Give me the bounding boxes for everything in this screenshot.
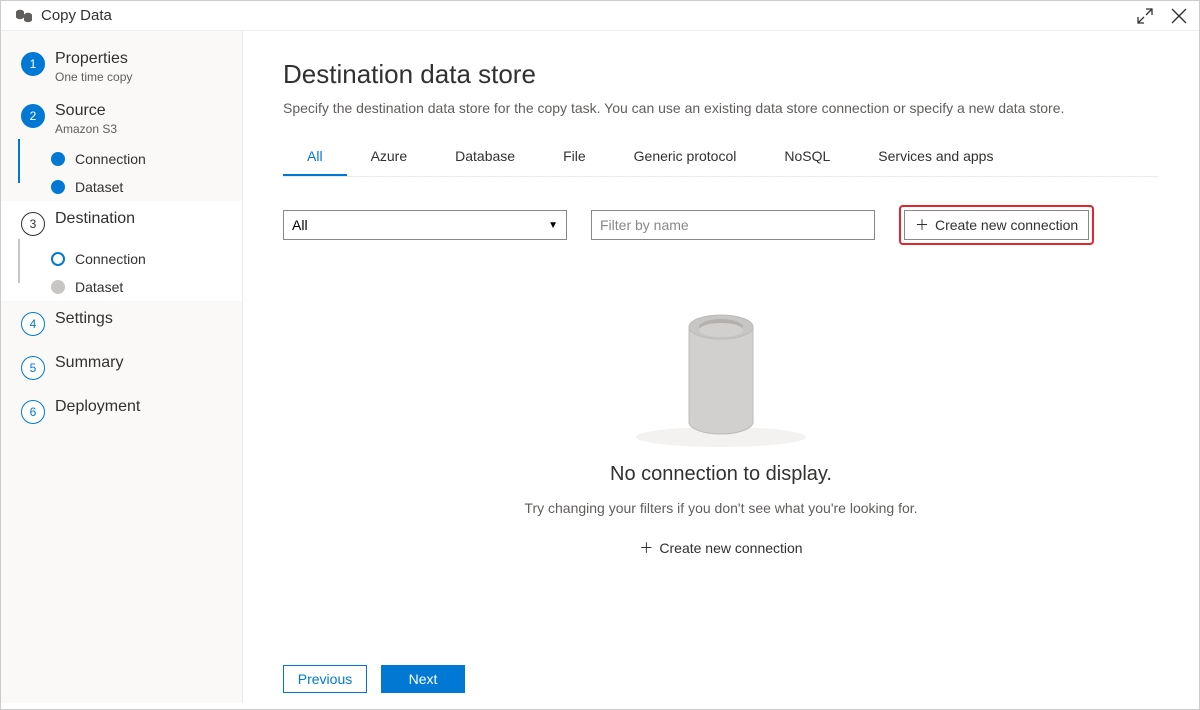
page-description: Specify the destination data store for t… — [283, 100, 1159, 116]
substep-dot-icon — [51, 252, 65, 266]
expand-icon[interactable] — [1137, 8, 1153, 24]
step-subtitle: Amazon S3 — [55, 122, 117, 136]
tab-generic-protocol[interactable]: Generic protocol — [610, 140, 761, 176]
substep-label: Dataset — [75, 279, 123, 295]
substep-dot-icon — [51, 180, 65, 194]
step-number: 1 — [21, 52, 45, 76]
plus-icon: ＋ — [639, 538, 653, 558]
step-title: Deployment — [55, 398, 140, 416]
tab-database[interactable]: Database — [431, 140, 539, 176]
substep-label: Connection — [75, 251, 146, 267]
sidebar-step-properties[interactable]: 1 Properties One time copy — [1, 41, 242, 93]
step-number: 3 — [21, 212, 45, 236]
tab-services-apps[interactable]: Services and apps — [854, 140, 1017, 176]
sidebar-substep-source-connection[interactable]: Connection — [51, 145, 242, 173]
tab-nosql[interactable]: NoSQL — [760, 140, 854, 176]
filter-row: All ▼ ＋ Create new connection — [283, 205, 1159, 245]
empty-state-subtitle: Try changing your filters if you don't s… — [524, 500, 917, 516]
sidebar-step-deployment[interactable]: 6 Deployment — [1, 389, 242, 433]
plus-icon: ＋ — [915, 215, 929, 235]
filter-select-value: All — [292, 217, 308, 233]
tab-file[interactable]: File — [539, 140, 610, 176]
sidebar-step-source[interactable]: 2 Source Amazon S3 — [1, 93, 242, 145]
database-empty-icon — [621, 287, 821, 457]
copy-data-icon — [15, 9, 33, 23]
step-title: Properties — [55, 50, 132, 68]
sidebar-substep-destination-dataset[interactable]: Dataset — [51, 273, 242, 301]
titlebar-left: Copy Data — [15, 7, 112, 24]
titlebar-title: Copy Data — [41, 7, 112, 24]
step-title: Settings — [55, 310, 113, 328]
step-title: Source — [55, 102, 117, 120]
titlebar-right — [1137, 8, 1187, 24]
step-title: Summary — [55, 354, 123, 372]
empty-state: No connection to display. Try changing y… — [283, 287, 1159, 558]
step-subtitle: One time copy — [55, 70, 132, 84]
step-number: 5 — [21, 356, 45, 380]
substep-label: Dataset — [75, 179, 123, 195]
step-number: 6 — [21, 400, 45, 424]
next-button[interactable]: Next — [381, 665, 465, 693]
sidebar-step-destination[interactable]: 3 Destination — [1, 201, 242, 245]
tab-azure[interactable]: Azure — [347, 140, 432, 176]
empty-state-title: No connection to display. — [610, 463, 832, 486]
sidebar-step-settings[interactable]: 4 Settings — [1, 301, 242, 345]
previous-button[interactable]: Previous — [283, 665, 367, 693]
substep-label: Connection — [75, 151, 146, 167]
create-connection-label: Create new connection — [935, 217, 1078, 233]
sidebar-step-summary[interactable]: 5 Summary — [1, 345, 242, 389]
substep-dot-icon — [51, 152, 65, 166]
chevron-down-icon: ▼ — [548, 220, 558, 231]
main-content: Destination data store Specify the desti… — [243, 31, 1199, 703]
create-new-connection-button[interactable]: ＋ Create new connection — [904, 210, 1089, 240]
step-number: 2 — [21, 104, 45, 128]
step-number: 4 — [21, 312, 45, 336]
close-icon[interactable] — [1171, 8, 1187, 24]
footer-buttons: Previous Next — [283, 665, 465, 693]
sidebar-substep-source-dataset[interactable]: Dataset — [51, 173, 242, 201]
page-title: Destination data store — [283, 59, 1159, 90]
sidebar: 1 Properties One time copy 2 Source Amaz… — [1, 31, 243, 703]
substep-dot-icon — [51, 280, 65, 294]
step-title: Destination — [55, 210, 135, 228]
empty-create-connection-link[interactable]: ＋ Create new connection — [639, 538, 802, 558]
tab-all[interactable]: All — [283, 140, 347, 176]
sidebar-substep-destination-connection[interactable]: Connection — [51, 245, 242, 273]
highlight-annotation: ＋ Create new connection — [899, 205, 1094, 245]
filter-select[interactable]: All ▼ — [283, 210, 567, 240]
category-tabs: All Azure Database File Generic protocol… — [283, 140, 1159, 177]
titlebar: Copy Data — [1, 1, 1199, 31]
empty-link-label: Create new connection — [659, 540, 802, 556]
filter-by-name-input[interactable] — [591, 210, 875, 240]
